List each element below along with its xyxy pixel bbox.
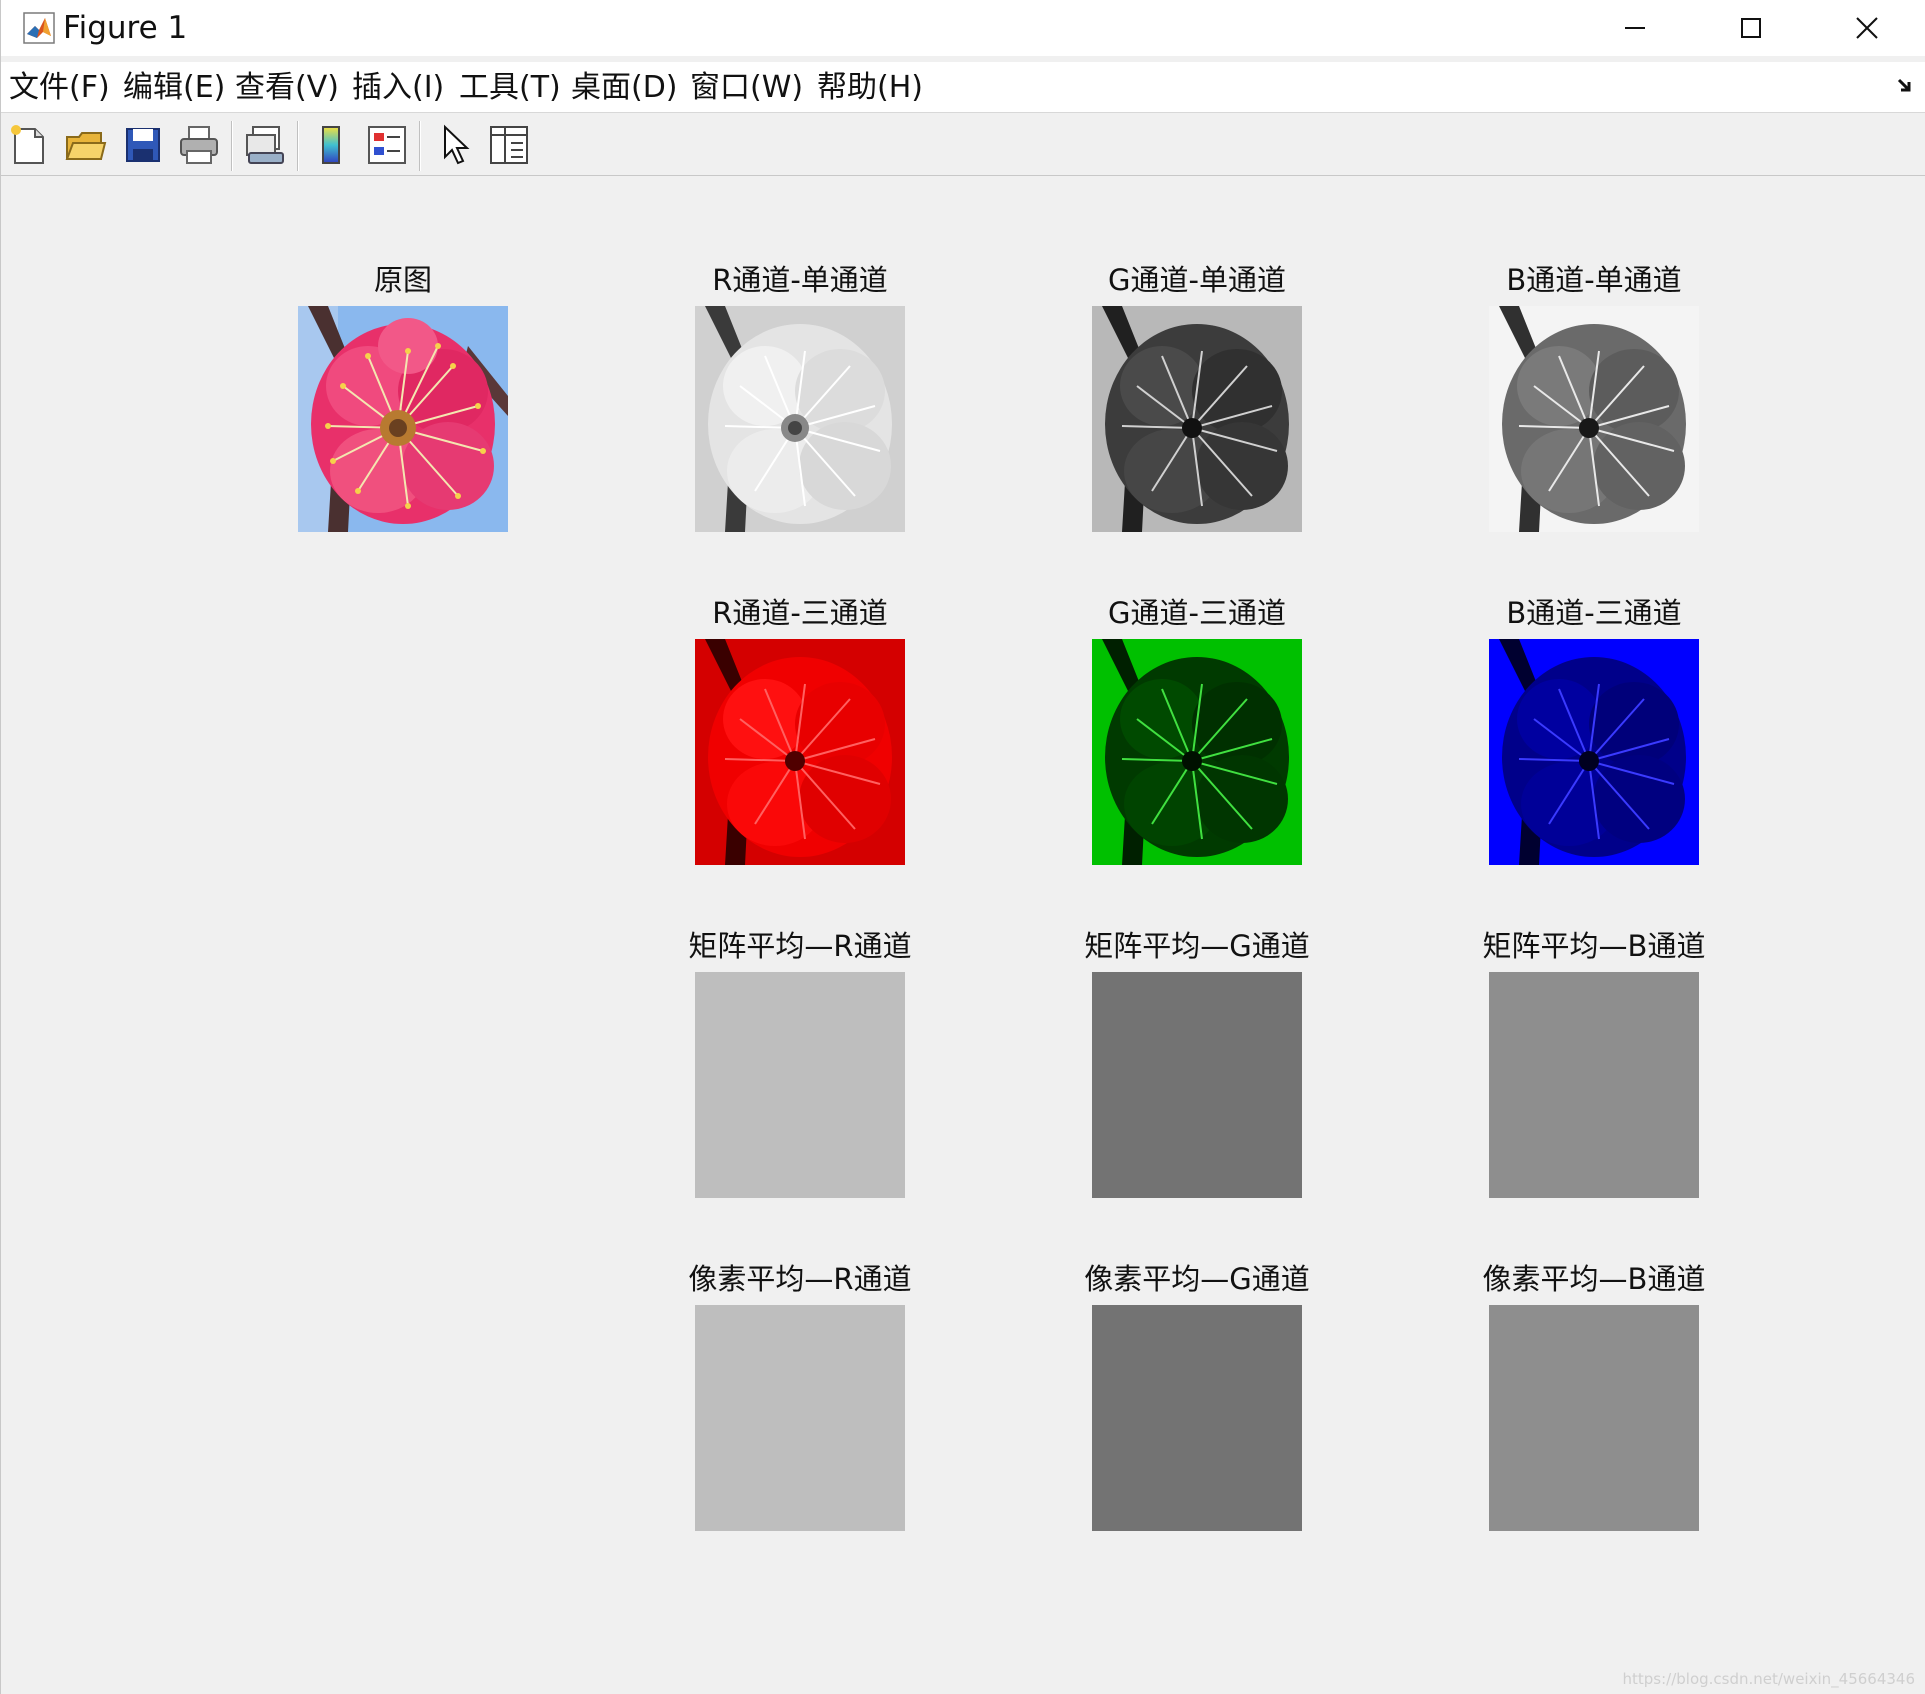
new-figure-icon[interactable]	[7, 123, 51, 167]
toolbar-separator	[231, 121, 233, 171]
subplot-title: B通道-单通道	[1506, 263, 1682, 297]
menu-insert[interactable]: 插入(I)	[352, 68, 444, 108]
watermark-text: https://blog.csdn.net/weixin_45664346	[1622, 1670, 1915, 1688]
menu-help[interactable]: 帮助(H)	[817, 68, 923, 108]
subplot-title: 像素平均—G通道	[1084, 1262, 1310, 1296]
b-pixel-mean-image	[1489, 1305, 1699, 1531]
subplot-title: R通道-三通道	[712, 596, 888, 630]
r-matrix-mean-image	[695, 972, 905, 1198]
subplot-title: R通道-单通道	[712, 263, 888, 297]
toolbar-separator	[419, 121, 421, 171]
menu-desktop[interactable]: 桌面(D)	[571, 68, 678, 108]
print-icon[interactable]	[177, 123, 221, 167]
property-inspector-icon[interactable]	[487, 123, 531, 167]
maximize-icon	[1741, 18, 1761, 38]
original-flower-image	[298, 306, 508, 532]
subplot-title: 像素平均—B通道	[1482, 1262, 1706, 1296]
r-single-channel-image	[695, 306, 905, 532]
toolbar-separator	[297, 121, 299, 171]
subplot-title: B通道-三通道	[1506, 596, 1682, 630]
subplot-title: 矩阵平均—G通道	[1084, 929, 1310, 963]
menu-bar: 文件(F) 编辑(E) 查看(V) 插入(I) 工具(T) 桌面(D) 窗口(W…	[1, 62, 1925, 112]
r-three-channel-image	[695, 639, 905, 865]
subplot-title: G通道-三通道	[1108, 596, 1286, 630]
menu-view[interactable]: 查看(V)	[235, 68, 339, 108]
g-pixel-mean-image	[1092, 1305, 1302, 1531]
b-three-channel-image	[1489, 639, 1699, 865]
r-pixel-mean-image	[695, 1305, 905, 1531]
menu-window[interactable]: 窗口(W)	[690, 68, 803, 108]
toolbar	[1, 112, 1925, 176]
minimize-icon	[1625, 27, 1645, 29]
b-single-channel-image	[1489, 306, 1699, 532]
close-button[interactable]	[1809, 0, 1925, 56]
figure-canvas: 原图 R通道-单通道 G通道-单通道 B通道-单通道 R通道-三通道 G通道-三…	[1, 176, 1925, 1694]
minimize-button[interactable]	[1577, 0, 1693, 56]
figure-window: Figure 1 文件(F) 编辑(E) 查看(V) 插入(I) 工具(T) 桌…	[0, 0, 1925, 1694]
pointer-icon[interactable]	[433, 123, 477, 167]
colorbar-icon[interactable]	[309, 123, 353, 167]
window-title: Figure 1	[63, 10, 188, 46]
maximize-button[interactable]	[1693, 0, 1809, 56]
link-plot-icon[interactable]	[243, 123, 287, 167]
g-three-channel-image	[1092, 639, 1302, 865]
subplot-title: 像素平均—R通道	[688, 1262, 912, 1296]
title-bar[interactable]: Figure 1	[1, 0, 1925, 56]
menu-tools[interactable]: 工具(T)	[459, 68, 561, 108]
menu-edit[interactable]: 编辑(E)	[123, 68, 225, 108]
g-matrix-mean-image	[1092, 972, 1302, 1198]
legend-icon[interactable]	[365, 123, 409, 167]
close-icon	[1856, 17, 1878, 39]
open-file-icon[interactable]	[63, 123, 107, 167]
menu-file[interactable]: 文件(F)	[9, 68, 110, 108]
subplot-title: 矩阵平均—R通道	[688, 929, 912, 963]
dock-arrow-icon[interactable]	[1897, 78, 1917, 96]
subplot-title: 矩阵平均—B通道	[1482, 929, 1706, 963]
b-matrix-mean-image	[1489, 972, 1699, 1198]
subplot-title: G通道-单通道	[1108, 263, 1286, 297]
save-icon[interactable]	[121, 123, 165, 167]
subplot-title: 原图	[373, 263, 432, 297]
matlab-icon	[23, 12, 55, 44]
g-single-channel-image	[1092, 306, 1302, 532]
